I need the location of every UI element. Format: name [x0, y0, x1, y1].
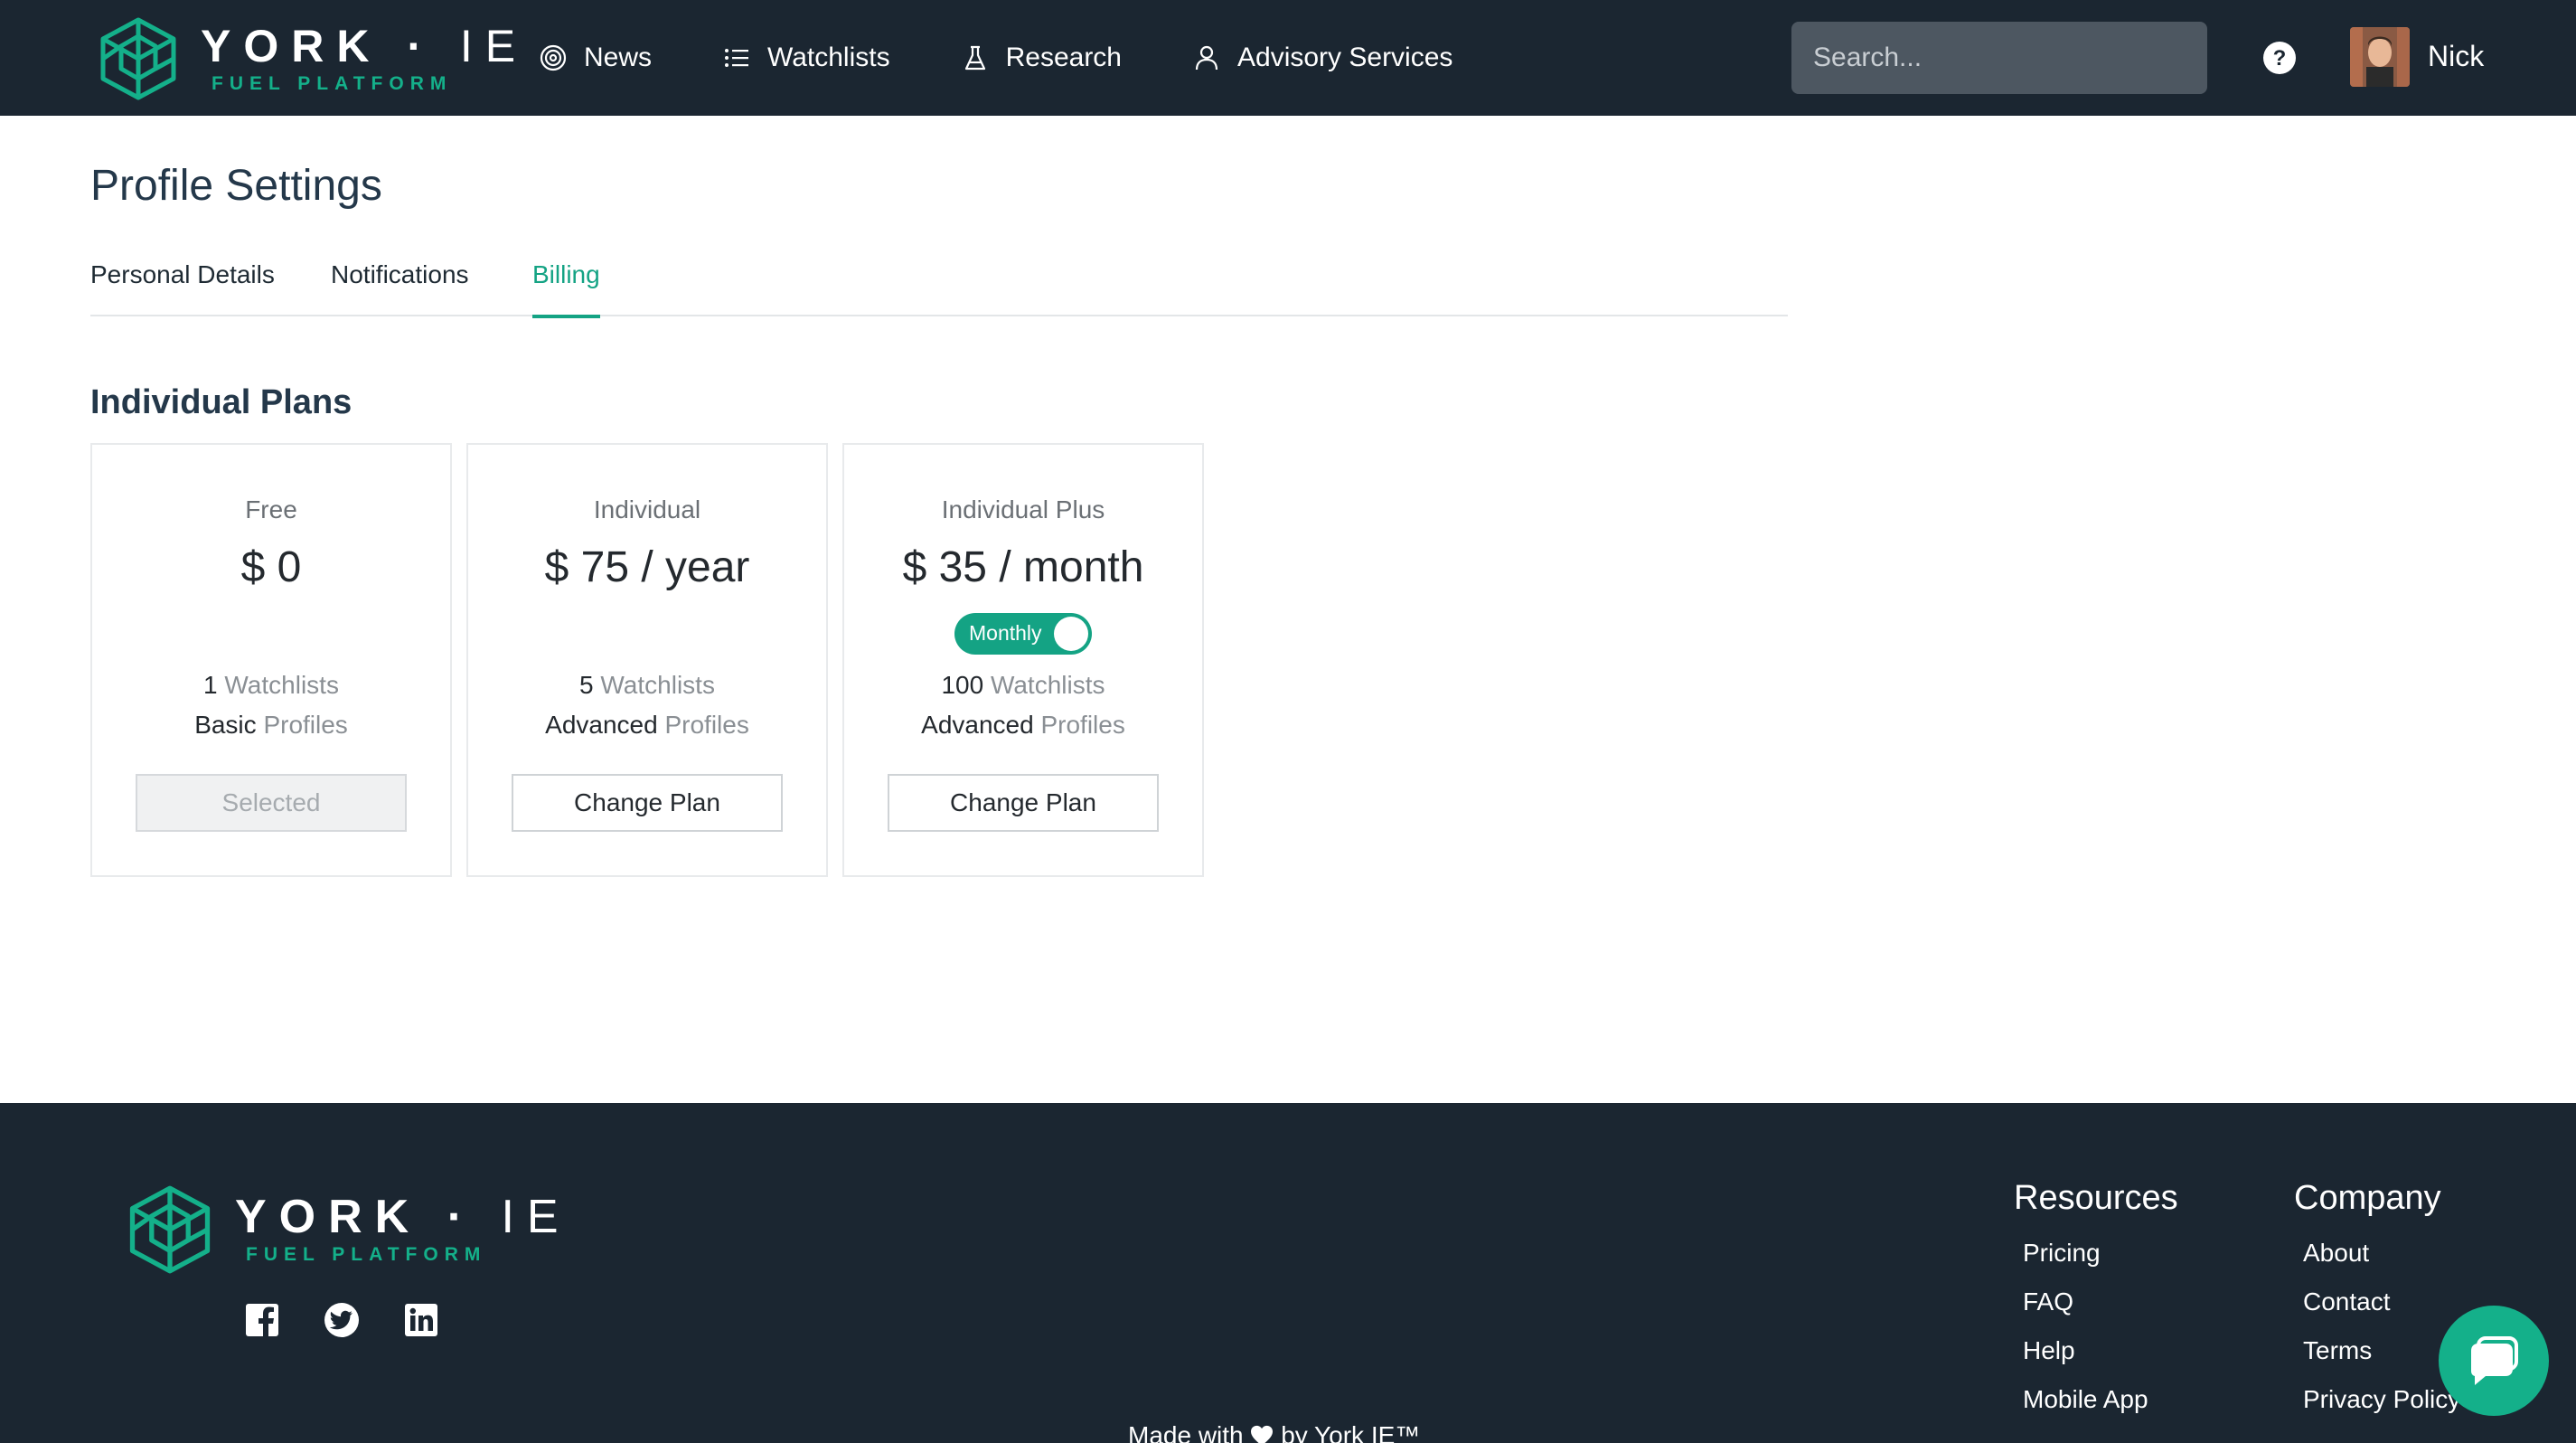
nav-item-advisory-services-label: Advisory Services — [1237, 42, 1453, 72]
nav-item-watchlists-label: Watchlists — [767, 42, 890, 72]
plan-name: Individual — [593, 495, 701, 523]
avatar[interactable] — [2350, 27, 2410, 87]
plan-watchlists: 5 Watchlists — [468, 671, 826, 700]
heart-icon — [1251, 1425, 1274, 1443]
brand-logo[interactable]: YORK · IE FUEL PLATFORM — [98, 16, 528, 101]
flask-icon — [964, 45, 985, 71]
tab-notifications[interactable]: Notifications — [331, 260, 469, 316]
plan-profiles-label: Profiles — [1040, 711, 1125, 739]
brand-subtitle: FUEL PLATFORM — [212, 73, 453, 94]
plan-name: Individual Plus — [941, 495, 1105, 523]
settings-tabs: Personal Details Notifications Billing — [90, 260, 1788, 318]
plan-watchlists: 100 Watchlists — [844, 671, 1202, 700]
plan-price: $ 75 / year — [544, 543, 750, 591]
plan-watchlists-count: 100 — [941, 671, 984, 699]
footer-link-about[interactable]: About — [2303, 1239, 2369, 1268]
plan-profiles-level: Basic — [194, 711, 257, 739]
list-icon — [725, 49, 749, 67]
facebook-icon[interactable] — [244, 1302, 280, 1338]
footer-brand-logo[interactable]: YORK · IE FUEL PLATFORM — [127, 1184, 571, 1275]
change-plan-button[interactable]: Change Plan — [888, 774, 1159, 832]
footer-link-terms[interactable]: Terms — [2303, 1336, 2372, 1365]
plan-name: Free — [245, 495, 297, 523]
plan-profiles: Advanced Profiles — [468, 711, 826, 740]
plan-profiles-label: Profiles — [664, 711, 749, 739]
plan-profiles: Basic Profiles — [92, 711, 450, 740]
footer: YORK · IE FUEL PLATFORM Resources Pricin… — [0, 1103, 2576, 1443]
social-links — [244, 1302, 483, 1338]
plan-price: $ 0 — [240, 543, 302, 591]
page-title: Profile Settings — [90, 162, 382, 210]
user-name[interactable]: Nick — [2428, 40, 2484, 73]
footer-brand-name-suffix: IE — [501, 1191, 571, 1243]
news-target-icon — [540, 44, 567, 71]
footer-link-privacy-policy[interactable]: Privacy Policy — [2303, 1385, 2460, 1414]
plan-price: $ 35 / month — [902, 543, 1144, 591]
top-navbar: YORK · IE FUEL PLATFORM News Watchlists … — [0, 0, 2576, 116]
plan-card-individual: Individual $ 75 / year 5 Watchlists Adva… — [466, 443, 828, 877]
tab-personal-details[interactable]: Personal Details — [90, 260, 275, 316]
brand-name: YORK — [201, 21, 382, 71]
twitter-icon[interactable] — [324, 1302, 360, 1338]
brand-name-suffix: IE — [459, 21, 529, 71]
main-nav: News Watchlists Research Advisory Servic… — [539, 0, 1523, 116]
plan-profiles-level: Advanced — [545, 711, 658, 739]
plan-watchlists-label: Watchlists — [600, 671, 715, 699]
change-plan-button[interactable]: Change Plan — [512, 774, 783, 832]
plan-watchlists-count: 1 — [203, 671, 218, 699]
plan-watchlists: 1 Watchlists — [92, 671, 450, 700]
footer-brand-name: YORK — [235, 1191, 422, 1243]
plan-card-free: Free $ 0 1 Watchlists Basic Profiles Sel… — [90, 443, 452, 877]
nav-item-watchlists[interactable]: Watchlists — [722, 42, 890, 73]
nav-item-research[interactable]: Research — [961, 42, 1122, 73]
footer-link-help[interactable]: Help — [2023, 1336, 2075, 1365]
tab-billing[interactable]: Billing — [532, 260, 600, 318]
footer-link-pricing[interactable]: Pricing — [2023, 1239, 2101, 1268]
user-icon — [1195, 45, 1218, 71]
footer-link-faq[interactable]: FAQ — [2023, 1287, 2073, 1316]
section-title-individual-plans: Individual Plans — [90, 383, 353, 421]
selected-plan-button: Selected — [136, 774, 407, 832]
made-with-suffix: by York IE™ — [1281, 1421, 1421, 1443]
plan-profiles-label: Profiles — [263, 711, 348, 739]
plan-watchlists-label: Watchlists — [990, 671, 1105, 699]
help-icon[interactable]: ? — [2261, 40, 2298, 76]
toggle-label: Monthly — [969, 621, 1042, 645]
toggle-knob — [1054, 617, 1088, 651]
linkedin-icon[interactable] — [403, 1302, 439, 1338]
footer-brand-subtitle: FUEL PLATFORM — [246, 1244, 487, 1265]
made-with-prefix: Made with — [1128, 1421, 1244, 1443]
footer-company-title: Company — [2294, 1179, 2441, 1217]
billing-period-toggle[interactable]: Monthly — [954, 613, 1092, 655]
plan-card-individual-plus: Individual Plus $ 35 / month Monthly 100… — [842, 443, 1204, 877]
plan-watchlists-count: 5 — [579, 671, 594, 699]
nav-item-news[interactable]: News — [539, 42, 652, 73]
user-avatar-icon — [2350, 27, 2410, 87]
search-input[interactable] — [1791, 22, 2207, 94]
footer-resources-title: Resources — [2014, 1179, 2178, 1217]
plan-profiles: Advanced Profiles — [844, 711, 1202, 740]
chat-bubble-icon — [2471, 1336, 2518, 1385]
footer-link-mobile-app[interactable]: Mobile App — [2023, 1385, 2148, 1414]
svg-text:?: ? — [2273, 46, 2287, 71]
chat-support-button[interactable] — [2439, 1306, 2549, 1416]
made-with-credit: Made with by York IE™ — [1128, 1421, 1420, 1443]
nav-item-research-label: Research — [1005, 42, 1122, 72]
nav-item-advisory-services[interactable]: Advisory Services — [1192, 42, 1453, 73]
plan-watchlists-label: Watchlists — [224, 671, 339, 699]
york-logo-icon — [129, 1185, 211, 1274]
nav-item-news-label: News — [584, 42, 653, 72]
york-logo-icon — [100, 17, 176, 100]
plan-profiles-level: Advanced — [921, 711, 1034, 739]
footer-link-contact[interactable]: Contact — [2303, 1287, 2391, 1316]
